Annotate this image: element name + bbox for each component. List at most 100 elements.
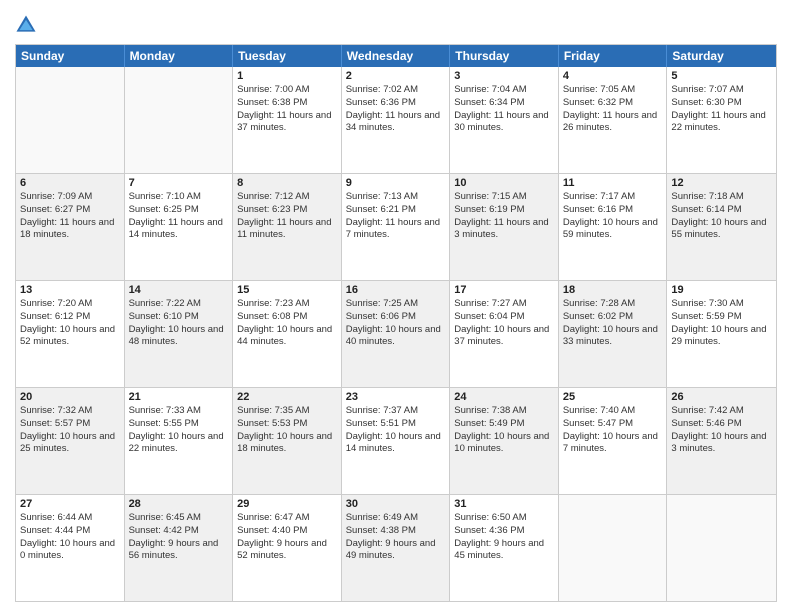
page: SundayMondayTuesdayWednesdayThursdayFrid… (0, 0, 792, 612)
day-number: 8 (237, 177, 337, 189)
day-info: Sunrise: 7:40 AMSunset: 5:47 PMDaylight:… (563, 405, 663, 456)
day-number: 22 (237, 391, 337, 403)
day-info: Sunrise: 7:05 AMSunset: 6:32 PMDaylight:… (563, 84, 663, 135)
day-number: 26 (671, 391, 772, 403)
day-number: 16 (346, 284, 446, 296)
cal-cell: 29Sunrise: 6:47 AMSunset: 4:40 PMDayligh… (233, 495, 342, 601)
logo-icon (15, 14, 37, 36)
day-info: Sunrise: 7:37 AMSunset: 5:51 PMDaylight:… (346, 405, 446, 456)
cal-cell: 6 Sunrise: 7:09 AMSunset: 6:27 PMDaylight… (16, 174, 125, 280)
day-info: Sunrise: 6:44 AMSunset: 4:44 PMDaylight:… (20, 512, 120, 563)
cal-cell: 25Sunrise: 7:40 AMSunset: 5:47 PMDayligh… (559, 388, 668, 494)
day-number: 2 (346, 70, 446, 82)
day-info: Sunrise: 7:12 AMSunset: 6:23 PMDaylight:… (237, 191, 337, 242)
cal-cell: 8 Sunrise: 7:12 AMSunset: 6:23 PMDaylight… (233, 174, 342, 280)
cal-header-saturday: Saturday (667, 45, 776, 67)
day-number: 5 (671, 70, 772, 82)
day-info: Sunrise: 7:30 AMSunset: 5:59 PMDaylight:… (671, 298, 772, 349)
cal-cell: 24Sunrise: 7:38 AMSunset: 5:49 PMDayligh… (450, 388, 559, 494)
calendar-header-row: SundayMondayTuesdayWednesdayThursdayFrid… (16, 45, 776, 67)
cal-header-friday: Friday (559, 45, 668, 67)
day-info: Sunrise: 7:42 AMSunset: 5:46 PMDaylight:… (671, 405, 772, 456)
day-number: 17 (454, 284, 554, 296)
cal-cell: 30 Sunrise: 6:49 AMSunset: 4:38 PMDayligh… (342, 495, 451, 601)
day-info: Sunrise: 7:17 AMSunset: 6:16 PMDaylight:… (563, 191, 663, 242)
day-number: 14 (129, 284, 229, 296)
day-number: 4 (563, 70, 663, 82)
day-info: Sunrise: 7:18 AMSunset: 6:14 PMDaylight:… (671, 191, 772, 242)
cal-cell: 3 Sunrise: 7:04 AMSunset: 6:34 PMDaylight… (450, 67, 559, 173)
day-info: Sunrise: 7:04 AMSunset: 6:34 PMDaylight:… (454, 84, 554, 135)
day-info: Sunrise: 7:13 AMSunset: 6:21 PMDaylight:… (346, 191, 446, 242)
day-number: 13 (20, 284, 120, 296)
cal-header-thursday: Thursday (450, 45, 559, 67)
cal-cell: 18 Sunrise: 7:28 AMSunset: 6:02 PMDayligh… (559, 281, 668, 387)
cal-cell: 16 Sunrise: 7:25 AMSunset: 6:06 PMDayligh… (342, 281, 451, 387)
day-info: Sunrise: 7:27 AMSunset: 6:04 PMDaylight:… (454, 298, 554, 349)
cal-cell: 22Sunrise: 7:35 AMSunset: 5:53 PMDayligh… (233, 388, 342, 494)
day-number: 11 (563, 177, 663, 189)
day-number: 31 (454, 498, 554, 510)
cal-week-5: 27 Sunrise: 6:44 AMSunset: 4:44 PMDayligh… (16, 495, 776, 601)
cal-cell: 27 Sunrise: 6:44 AMSunset: 4:44 PMDayligh… (16, 495, 125, 601)
cal-cell: 9 Sunrise: 7:13 AMSunset: 6:21 PMDaylight… (342, 174, 451, 280)
day-info: Sunrise: 7:20 AMSunset: 6:12 PMDaylight:… (20, 298, 120, 349)
day-info: Sunrise: 6:49 AMSunset: 4:38 PMDaylight:… (346, 512, 446, 563)
day-number: 20 (20, 391, 120, 403)
day-number: 27 (20, 498, 120, 510)
day-number: 24 (454, 391, 554, 403)
cal-cell: 12Sunrise: 7:18 AMSunset: 6:14 PMDayligh… (667, 174, 776, 280)
day-number: 19 (671, 284, 772, 296)
cal-cell (125, 67, 234, 173)
day-info: Sunrise: 7:09 AMSunset: 6:27 PMDaylight:… (20, 191, 120, 242)
cal-week-1: 1 Sunrise: 7:00 AMSunset: 6:38 PMDaylight… (16, 67, 776, 174)
cal-header-sunday: Sunday (16, 45, 125, 67)
day-info: Sunrise: 6:45 AMSunset: 4:42 PMDaylight:… (129, 512, 229, 563)
day-info: Sunrise: 7:07 AMSunset: 6:30 PMDaylight:… (671, 84, 772, 135)
day-number: 6 (20, 177, 120, 189)
day-info: Sunrise: 7:32 AMSunset: 5:57 PMDaylight:… (20, 405, 120, 456)
cal-cell (667, 495, 776, 601)
cal-week-3: 13 Sunrise: 7:20 AMSunset: 6:12 PMDayligh… (16, 281, 776, 388)
day-info: Sunrise: 7:15 AMSunset: 6:19 PMDaylight:… (454, 191, 554, 242)
day-number: 9 (346, 177, 446, 189)
cal-cell: 28 Sunrise: 6:45 AMSunset: 4:42 PMDayligh… (125, 495, 234, 601)
day-number: 28 (129, 498, 229, 510)
cal-week-2: 6 Sunrise: 7:09 AMSunset: 6:27 PMDaylight… (16, 174, 776, 281)
cal-cell: 19 Sunrise: 7:30 AMSunset: 5:59 PMDayligh… (667, 281, 776, 387)
day-info: Sunrise: 7:22 AMSunset: 6:10 PMDaylight:… (129, 298, 229, 349)
day-info: Sunrise: 7:25 AMSunset: 6:06 PMDaylight:… (346, 298, 446, 349)
day-info: Sunrise: 7:00 AMSunset: 6:38 PMDaylight:… (237, 84, 337, 135)
cal-header-tuesday: Tuesday (233, 45, 342, 67)
day-number: 29 (237, 498, 337, 510)
day-number: 21 (129, 391, 229, 403)
cal-cell: 31 Sunrise: 6:50 AMSunset: 4:36 PMDayligh… (450, 495, 559, 601)
day-number: 1 (237, 70, 337, 82)
cal-week-4: 20 Sunrise: 7:32 AMSunset: 5:57 PMDayligh… (16, 388, 776, 495)
cal-cell: 7 Sunrise: 7:10 AMSunset: 6:25 PMDaylight… (125, 174, 234, 280)
cal-header-wednesday: Wednesday (342, 45, 451, 67)
cal-cell: 2 Sunrise: 7:02 AMSunset: 6:36 PMDaylight… (342, 67, 451, 173)
day-info: Sunrise: 7:23 AMSunset: 6:08 PMDaylight:… (237, 298, 337, 349)
day-number: 23 (346, 391, 446, 403)
day-number: 18 (563, 284, 663, 296)
day-number: 30 (346, 498, 446, 510)
cal-cell: 14 Sunrise: 7:22 AMSunset: 6:10 PMDayligh… (125, 281, 234, 387)
cal-cell (559, 495, 668, 601)
cal-cell: 1 Sunrise: 7:00 AMSunset: 6:38 PMDaylight… (233, 67, 342, 173)
day-number: 7 (129, 177, 229, 189)
day-info: Sunrise: 7:02 AMSunset: 6:36 PMDaylight:… (346, 84, 446, 135)
cal-cell: 23 Sunrise: 7:37 AMSunset: 5:51 PMDayligh… (342, 388, 451, 494)
day-info: Sunrise: 6:50 AMSunset: 4:36 PMDaylight:… (454, 512, 554, 563)
cal-cell: 21Sunrise: 7:33 AMSunset: 5:55 PMDayligh… (125, 388, 234, 494)
day-number: 10 (454, 177, 554, 189)
cal-cell: 4 Sunrise: 7:05 AMSunset: 6:32 PMDaylight… (559, 67, 668, 173)
cal-cell: 26 Sunrise: 7:42 AMSunset: 5:46 PMDayligh… (667, 388, 776, 494)
calendar-body: 1 Sunrise: 7:00 AMSunset: 6:38 PMDaylight… (16, 67, 776, 601)
logo (15, 14, 41, 36)
cal-cell: 10 Sunrise: 7:15 AMSunset: 6:19 PMDayligh… (450, 174, 559, 280)
day-number: 3 (454, 70, 554, 82)
cal-cell (16, 67, 125, 173)
day-info: Sunrise: 7:10 AMSunset: 6:25 PMDaylight:… (129, 191, 229, 242)
day-info: Sunrise: 7:28 AMSunset: 6:02 PMDaylight:… (563, 298, 663, 349)
